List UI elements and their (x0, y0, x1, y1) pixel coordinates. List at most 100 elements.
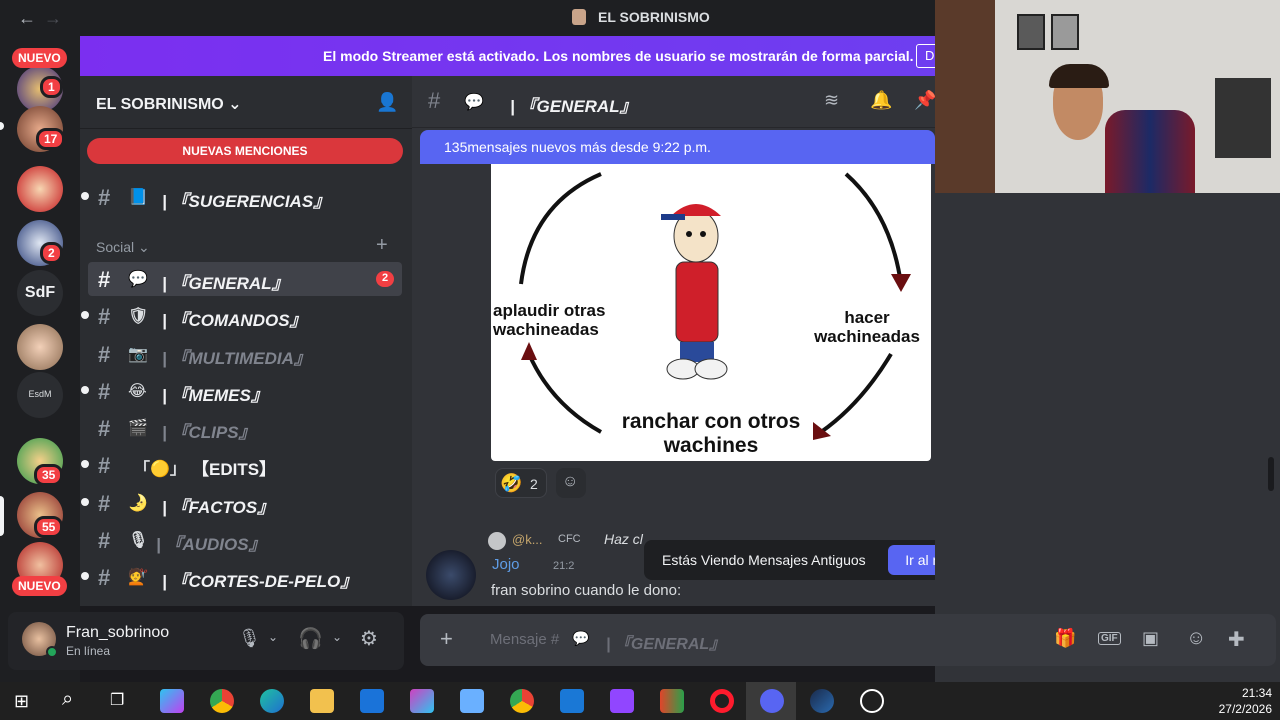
hash-icon: # (98, 528, 111, 553)
steam-icon[interactable] (810, 689, 834, 713)
gear-icon[interactable]: ⚙ (360, 626, 378, 651)
clock-time: 21:34 (1241, 686, 1272, 700)
channel-item[interactable]: # 🎙 | 『AUDIOS』 (88, 523, 402, 557)
chrome-icon[interactable] (210, 689, 234, 713)
unread-pip (0, 122, 4, 130)
forward-arrow-icon[interactable]: → (44, 8, 62, 29)
sticker-icon[interactable]: ▣ (1142, 628, 1159, 649)
channel-item[interactable]: # 📘 | 『SUGERENCIAS』 (81, 180, 402, 214)
meme-caption-left: aplaudir otras wachineadas (493, 301, 606, 339)
user-status: En línea (66, 644, 111, 658)
server-name[interactable]: EL SOBRINISMO ⌄ (96, 94, 242, 114)
twitch-icon[interactable] (610, 689, 634, 713)
new-messages-bar[interactable]: 135mensajes nuevos más desde 9:22 p.m. (420, 130, 935, 164)
channel-item[interactable]: # 📷 | 『MULTIMEDIA』 (88, 337, 402, 371)
channel-name: | 『SUGERENCIAS』 (162, 192, 331, 211)
bell-icon[interactable]: 🔔 (870, 90, 892, 111)
system-clock[interactable]: 21:34 27/2/2026 (1219, 685, 1272, 717)
channel-item[interactable]: # 🛡 | 『COMANDOS』 (81, 299, 402, 333)
channel-name: | 『CORTES-DE-PELO』 (162, 572, 358, 591)
hash-icon: # (98, 453, 111, 478)
reply-avatar (488, 532, 506, 550)
channel-name: | 『FACTOS』 (162, 498, 275, 517)
meme-caption-right: hacer wachineadas (814, 308, 920, 346)
emoji-picker-icon[interactable]: ☺ (1186, 627, 1206, 650)
mention-badge: 2 (376, 271, 394, 287)
rofl-emoji-icon: 🤣 (500, 473, 523, 493)
message-input[interactable]: + Mensaje # 💬 | 『GENERAL』 🎁 GIF ▣ ☺ ✚ (420, 614, 1276, 666)
channel-item[interactable]: # 「🟡」 【EDITS】 (81, 448, 402, 482)
server-icon[interactable]: EsdM (17, 372, 63, 418)
file-explorer-icon[interactable] (310, 689, 334, 713)
add-reaction-button[interactable]: ☺ (556, 468, 586, 498)
add-member-icon[interactable]: 👤 (376, 92, 398, 113)
outlook-icon[interactable] (360, 689, 384, 713)
scrollbar[interactable] (1268, 457, 1274, 491)
gif-icon[interactable]: GIF (1098, 632, 1121, 645)
door (935, 0, 995, 193)
server-icon[interactable] (17, 324, 63, 370)
hash-icon: # (428, 88, 441, 113)
m365-icon[interactable] (410, 689, 434, 713)
channel-header: # 💬 | 『GENERAL』 ≋ 🔔 📌 (412, 76, 936, 128)
channel-name: | 『AUDIOS』 (156, 535, 266, 554)
store-icon[interactable] (560, 689, 584, 713)
edge-icon[interactable] (260, 689, 284, 713)
pin-icon[interactable]: 📌 (914, 90, 936, 111)
new-pill: NUEVO (12, 576, 67, 596)
task-view-icon[interactable]: ❐ (110, 690, 124, 710)
add-channel-icon[interactable]: + (376, 234, 388, 257)
copilot-icon[interactable] (160, 689, 184, 713)
hash-icon: # (98, 565, 111, 590)
add-attachment-icon[interactable]: + (440, 626, 453, 652)
channel-emoji: 😂 (128, 383, 147, 400)
back-arrow-icon[interactable]: ← (18, 8, 36, 29)
channel-item[interactable]: # 🎬 | 『CLIPS』 (88, 411, 402, 445)
new-mentions-pill[interactable]: NUEVAS MENCIONES (87, 138, 403, 164)
reply-tag: CFC (558, 533, 581, 545)
obs-icon[interactable] (660, 689, 684, 713)
chevron-down-icon[interactable]: ⌄ (268, 630, 278, 644)
discord-icon[interactable] (760, 689, 784, 713)
channel-item[interactable]: # 🌛 | 『FACTOS』 (81, 486, 402, 520)
apps-icon[interactable]: ✚ (1228, 627, 1245, 652)
meme-image[interactable]: aplaudir otras wachineadas hacer wachine… (491, 164, 931, 461)
app-icon[interactable] (460, 689, 484, 713)
reply-username[interactable]: @k... (512, 532, 543, 547)
author-name[interactable]: Jojo (492, 556, 520, 573)
reply-text[interactable]: Haz cl (604, 531, 643, 547)
hash-icon: # (98, 185, 111, 210)
webcam-overlay (935, 0, 1280, 193)
threads-icon[interactable]: ≋ (824, 90, 839, 111)
headphones-icon[interactable]: 🎧 (298, 626, 323, 651)
channel-emoji: 💬 (128, 271, 148, 288)
window-title: EL SOBRINISMO (598, 9, 710, 25)
reaction-button[interactable]: 🤣 2 (495, 468, 547, 498)
input-channel-name: | 『GENERAL』 (606, 636, 726, 653)
taskbar: ⊞ ⌕ ❐ 21:34 27/2/2026 (0, 682, 1280, 720)
windows-start-icon[interactable]: ⊞ (14, 691, 29, 712)
search-icon[interactable]: ⌕ (62, 688, 73, 711)
channel-item[interactable]: # 😂 | 『MEMES』 (81, 374, 402, 408)
channel-item-active[interactable]: # 💬 | 『GENERAL』 2 (88, 262, 402, 296)
chevron-down-icon[interactable]: ⌄ (332, 630, 342, 644)
channel-name: | 『MEMES』 (162, 386, 268, 405)
speech-balloon-icon: 💬 (572, 630, 590, 646)
category-header[interactable]: Social ⌄ (96, 239, 150, 256)
server-icon[interactable]: SdF (17, 270, 63, 316)
channel-item[interactable]: # 💇 | 『CORTES-DE-PELO』 (81, 560, 402, 594)
gift-icon[interactable]: 🎁 (1054, 628, 1076, 649)
unread-dot (81, 192, 89, 200)
online-status-dot (46, 646, 58, 658)
banner-text: El modo Streamer está activado. Los nomb… (323, 48, 914, 64)
server-rail: NUEVO 1 17 2 SdF EsdM 35 55 NUEVO (0, 36, 80, 682)
unread-dot (81, 386, 89, 394)
username[interactable]: Fran_sobrinoo (66, 624, 169, 642)
app-icon[interactable] (860, 689, 884, 713)
chrome-profile-icon[interactable] (510, 689, 534, 713)
opera-icon[interactable] (710, 689, 734, 713)
reaction-count: 2 (530, 476, 538, 492)
author-avatar[interactable] (426, 550, 476, 600)
server-icon[interactable] (17, 166, 63, 212)
microphone-icon[interactable]: 🎙 (238, 628, 261, 649)
